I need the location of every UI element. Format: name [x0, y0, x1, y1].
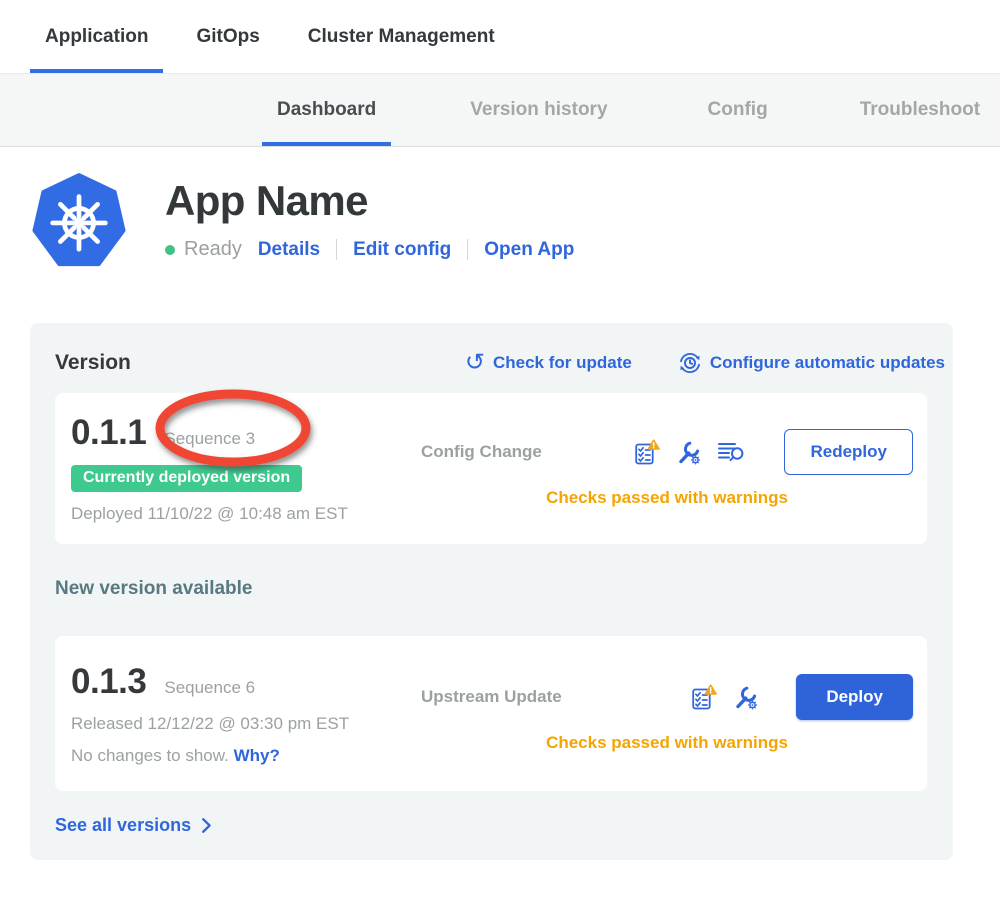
tab-application[interactable]: Application [30, 0, 163, 73]
chevron-right-icon [201, 817, 212, 834]
redeploy-button[interactable]: Redeploy [784, 429, 913, 475]
current-checks-status: Checks passed with warnings [421, 488, 913, 508]
deploy-button[interactable]: Deploy [796, 674, 913, 720]
new-version-heading: New version available [55, 578, 927, 600]
edit-config-link[interactable]: Edit config [353, 239, 451, 261]
current-version-number: 0.1.1 [71, 413, 146, 453]
kubernetes-logo-icon [32, 173, 126, 271]
divider [336, 239, 337, 260]
current-source-label: Config Change [421, 442, 542, 462]
see-all-versions-link[interactable]: See all versions [55, 815, 927, 836]
details-link[interactable]: Details [258, 239, 320, 261]
check-for-update-label: Check for update [493, 353, 632, 373]
app-status-row: Ready Details Edit config Open App [165, 238, 574, 261]
sub-nav: Dashboard Version history Config Trouble… [0, 73, 1000, 147]
status-ready-dot [165, 245, 175, 255]
version-panel: Version ↺ Check for update [30, 323, 953, 860]
open-app-link[interactable]: Open App [484, 239, 574, 261]
check-for-update-link[interactable]: ↺ Check for update [465, 353, 632, 373]
tab-config[interactable]: Config [693, 74, 783, 146]
page-title: App Name [165, 177, 574, 225]
refresh-icon: ↺ [465, 353, 485, 373]
version-panel-title: Version [55, 351, 465, 375]
no-changes-text: No changes to show. [71, 746, 229, 765]
no-changes-line: No changes to show. Why? [71, 746, 421, 766]
configure-updates-label: Configure automatic updates [710, 353, 945, 373]
currently-deployed-badge: Currently deployed version [71, 465, 302, 492]
tab-version-history[interactable]: Version history [455, 74, 622, 146]
see-all-versions-label: See all versions [55, 815, 191, 836]
tab-cluster-management[interactable]: Cluster Management [293, 0, 510, 73]
available-version-number: 0.1.3 [71, 662, 146, 702]
current-sequence-label: Sequence 3 [164, 429, 255, 449]
available-version-card: 0.1.3 Sequence 6 Released 12/12/22 @ 03:… [55, 636, 927, 791]
app-header: App Name Ready Details Edit config Open … [32, 173, 1000, 271]
page: Application GitOps Cluster Management Da… [0, 0, 1000, 898]
available-source-label: Upstream Update [421, 687, 562, 707]
config-wrench-icon[interactable] [675, 439, 702, 466]
released-timestamp: Released 12/12/22 @ 03:30 pm EST [71, 714, 421, 734]
top-nav: Application GitOps Cluster Management [0, 0, 1000, 73]
why-link[interactable]: Why? [234, 746, 280, 765]
tab-gitops[interactable]: GitOps [181, 0, 274, 73]
config-wrench-icon[interactable] [732, 684, 759, 711]
current-version-card: 0.1.1 Sequence 3 Currently deployed vers… [55, 393, 927, 544]
preflight-checks-icon[interactable] [690, 684, 717, 711]
available-sequence-label: Sequence 6 [164, 678, 255, 698]
available-checks-status: Checks passed with warnings [421, 733, 913, 753]
schedule-icon [678, 351, 702, 375]
configure-automatic-updates-link[interactable]: Configure automatic updates [678, 351, 945, 375]
tab-troubleshoot[interactable]: Troubleshoot [845, 74, 995, 146]
view-files-icon[interactable] [717, 439, 747, 465]
divider [467, 239, 468, 260]
tab-dashboard[interactable]: Dashboard [262, 74, 391, 146]
preflight-checks-icon[interactable] [633, 439, 660, 466]
status-text: Ready [184, 238, 242, 261]
deployed-timestamp: Deployed 11/10/22 @ 10:48 am EST [71, 504, 421, 524]
